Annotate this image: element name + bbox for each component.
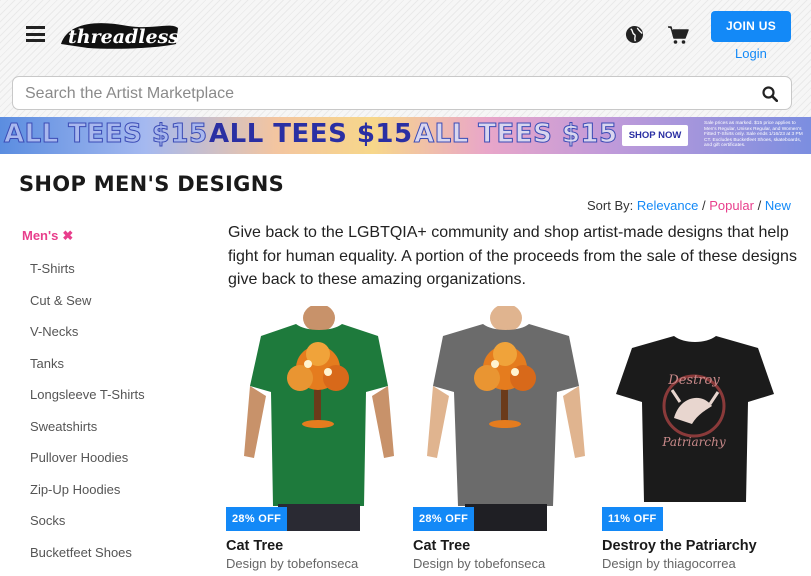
search-input[interactable] — [25, 83, 745, 105]
sort-option-new[interactable]: New — [765, 198, 791, 213]
sidebar-item-longsleeve[interactable]: Longsleeve T-Shirts — [30, 387, 145, 419]
sidebar-item-cut-and-sew[interactable]: Cut & Sew — [30, 293, 145, 325]
threadless-logo[interactable]: threadless — [58, 14, 180, 54]
product-title[interactable]: Cat Tree — [413, 538, 598, 554]
login-link[interactable]: Login — [735, 46, 767, 61]
sort-separator: / — [758, 198, 762, 213]
svg-text:Patriarchy: Patriarchy — [661, 435, 725, 449]
sidebar-item-tanks[interactable]: Tanks — [30, 356, 145, 388]
sidebar-item-t-shirts[interactable]: T-Shirts — [30, 261, 145, 293]
product-title[interactable]: Destroy the Patriarchy — [602, 538, 787, 554]
promo-text: ALL TEES $15 — [414, 119, 618, 149]
discount-badge: 11% OFF — [602, 507, 663, 531]
product-image[interactable]: 28% OFF — [226, 306, 411, 531]
sidebar-item-zip-up-hoodies[interactable]: Zip-Up Hoodies — [30, 482, 145, 514]
svg-text:threadless: threadless — [68, 26, 179, 48]
globe-icon[interactable] — [625, 25, 644, 44]
promo-banner[interactable]: ALL TEES $15 ALL TEES $15 ALL TEES $15 S… — [0, 117, 811, 154]
sort-option-relevance[interactable]: Relevance — [637, 198, 698, 213]
promo-fine-print: Sale prices as marked. $15 price applies… — [704, 121, 806, 149]
active-filter-label: Men's — [22, 228, 58, 243]
sidebar-item-sweatshirts[interactable]: Sweatshirts — [30, 419, 145, 451]
page-title: SHOP MEN'S DESIGNS — [19, 172, 284, 196]
search-icon[interactable] — [762, 86, 778, 102]
shirt-illustration — [413, 306, 598, 531]
cart-icon[interactable] — [667, 25, 689, 45]
active-filter-mens[interactable]: Men's ✖ — [22, 228, 212, 244]
sort-separator: / — [702, 198, 706, 213]
sort-option-popular[interactable]: Popular — [709, 198, 754, 213]
join-us-button[interactable]: JOIN US — [711, 11, 791, 42]
product-card[interactable]: 28% OFF Cat Tree Design by tobefonseca — [413, 306, 598, 571]
discount-badge: 28% OFF — [413, 507, 474, 531]
product-image[interactable]: 28% OFF — [413, 306, 598, 531]
shop-now-button[interactable]: SHOP NOW — [622, 125, 688, 146]
sidebar-item-bucketfeet-shoes[interactable]: Bucketfeet Shoes — [30, 545, 145, 576]
promo-text: ALL TEES $15 — [209, 119, 413, 149]
product-image[interactable]: Destroy Patriarchy 11% OFF — [602, 306, 787, 531]
product-card[interactable]: 28% OFF Cat Tree Design by tobefonseca — [226, 306, 411, 571]
promo-text: ALL TEES $15 — [4, 119, 208, 149]
product-title[interactable]: Cat Tree — [226, 538, 411, 554]
site-header: threadless JOIN US Login — [0, 0, 811, 117]
sidebar-item-pullover-hoodies[interactable]: Pullover Hoodies — [30, 450, 145, 482]
svg-text:Destroy: Destroy — [667, 373, 720, 388]
search-bar — [12, 76, 792, 110]
shirt-illustration — [226, 306, 411, 531]
sort-bar: Sort By: Relevance / Popular / New — [587, 198, 791, 213]
menu-icon[interactable] — [26, 26, 45, 42]
intro-text: Give back to the LGBTQIA+ community and … — [228, 221, 800, 292]
shirt-illustration: Destroy Patriarchy — [602, 306, 787, 531]
discount-badge: 28% OFF — [226, 507, 287, 531]
product-card[interactable]: Destroy Patriarchy 11% OFF Destroy the P… — [602, 306, 787, 571]
sort-label: Sort By: — [587, 198, 633, 213]
category-sidebar: Men's✖ T-Shirts Cut & Sew V-Necks Tanks … — [22, 228, 212, 244]
sidebar-item-socks[interactable]: Socks — [30, 513, 145, 545]
category-list: T-Shirts Cut & Sew V-Necks Tanks Longsle… — [30, 261, 145, 576]
sidebar-item-v-necks[interactable]: V-Necks — [30, 324, 145, 356]
remove-filter-icon[interactable]: ✖ — [62, 228, 73, 243]
